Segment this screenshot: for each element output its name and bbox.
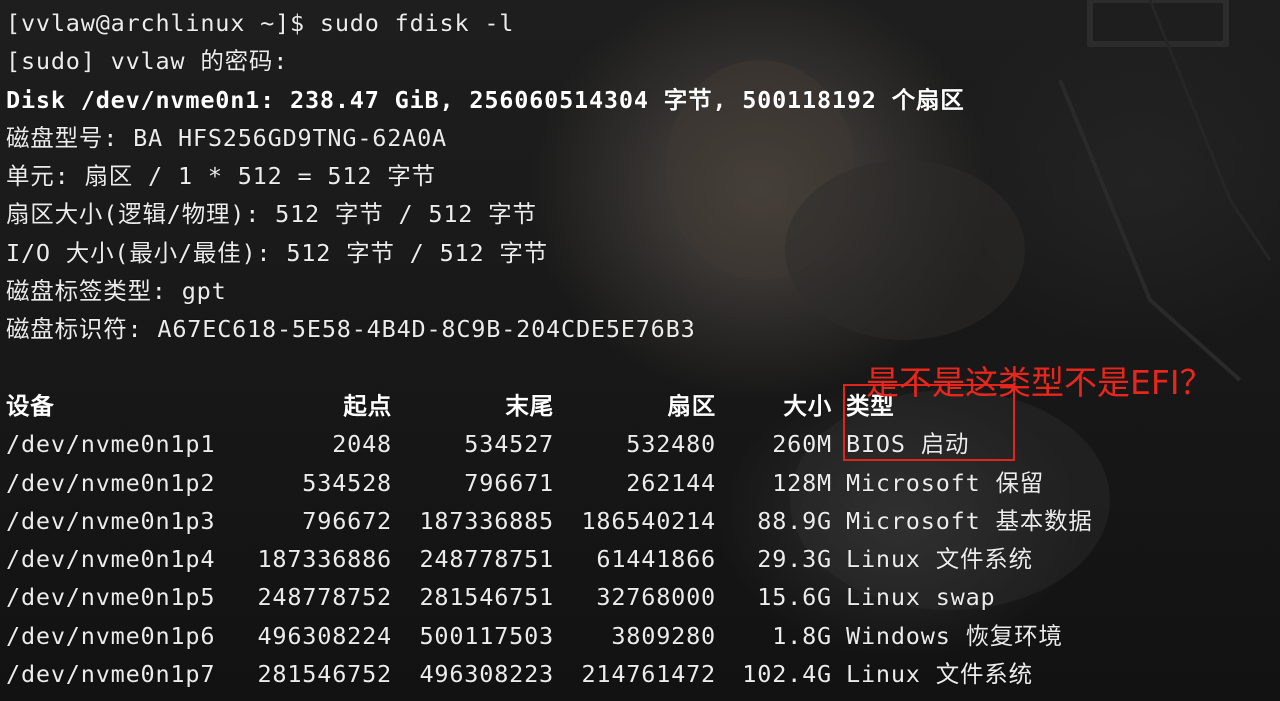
cell-end: 500117503 xyxy=(419,621,554,650)
cell-end: 534527 xyxy=(464,430,554,459)
label-type-line: 磁盘标签类型: gpt xyxy=(6,277,227,306)
disk-summary-line: Disk /dev/nvme0n1: 238.47 GiB, 256060514… xyxy=(6,85,965,114)
cell-end: 796671 xyxy=(464,468,554,497)
cell-type: Linux 文件系统 xyxy=(846,545,1033,574)
cell-end: 187336885 xyxy=(419,506,554,535)
terminal-window[interactable]: [vvlaw@archlinux ~]$ sudo fdisk -l [sudo… xyxy=(0,0,1280,701)
table-row: /dev/nvme0n1p2 534528 796671 262144 128M… xyxy=(6,464,1093,502)
cell-start: 534528 xyxy=(302,468,392,497)
cell-device: /dev/nvme0n1p1 xyxy=(6,430,216,459)
cell-size: 29.3G xyxy=(757,545,832,574)
sudo-password-prompt: [sudo] vvlaw 的密码: xyxy=(6,47,289,76)
sector-size-line: 扇区大小(逻辑/物理): 512 字节 / 512 字节 xyxy=(6,200,537,229)
cell-size: 88.9G xyxy=(757,506,832,535)
cell-size: 128M xyxy=(772,468,832,497)
cell-start: 2048 xyxy=(332,430,392,459)
cell-type: Microsoft 保留 xyxy=(846,468,1045,497)
cell-size: 260M xyxy=(772,430,832,459)
header-sectors: 扇区 xyxy=(667,392,716,420)
command-line: [vvlaw@archlinux ~]$ sudo fdisk -l xyxy=(6,9,515,37)
cell-size: 1.8G xyxy=(772,621,832,650)
disk-model-line: 磁盘型号: BA HFS256GD9TNG-62A0A xyxy=(6,123,448,152)
cell-type: Linux swap xyxy=(846,583,996,612)
cell-device: /dev/nvme0n1p6 xyxy=(6,621,216,650)
header-device: 设备 xyxy=(6,392,55,420)
cell-size: 15.6G xyxy=(757,583,832,612)
cell-device: /dev/nvme0n1p5 xyxy=(6,583,216,612)
cell-sectors: 186540214 xyxy=(581,506,716,535)
cell-device: /dev/nvme0n1p3 xyxy=(6,506,216,535)
cell-end: 248778751 xyxy=(419,545,554,574)
cell-sectors: 262144 xyxy=(626,468,716,497)
header-size: 大小 xyxy=(783,392,832,420)
cell-sectors: 532480 xyxy=(626,430,716,459)
cell-start: 248778752 xyxy=(257,583,392,612)
table-row: /dev/nvme0n1p3 796672 187336885 18654021… xyxy=(6,502,1093,540)
cell-start: 496308224 xyxy=(257,621,392,650)
table-row: /dev/nvme0n1p5 248778752 281546751 32768… xyxy=(6,578,1093,616)
header-end: 末尾 xyxy=(505,392,554,420)
cell-type: Windows 恢复环境 xyxy=(846,621,1063,650)
cell-sectors: 61441866 xyxy=(596,545,716,574)
cell-start: 187336886 xyxy=(257,545,392,574)
header-start: 起点 xyxy=(343,392,392,420)
cell-size: 102.4G xyxy=(742,660,832,689)
disk-identifier-line: 磁盘标识符: A67EC618-5E58-4B4D-8C9B-204CDE5E7… xyxy=(6,315,696,344)
terminal-output: [vvlaw@archlinux ~]$ sudo fdisk -l [sudo… xyxy=(6,4,1280,349)
cell-sectors: 3809280 xyxy=(611,621,716,650)
cell-type: Linux 文件系统 xyxy=(846,660,1033,689)
cell-type: Microsoft 基本数据 xyxy=(846,506,1093,535)
cell-end: 496308223 xyxy=(419,660,554,689)
table-row: /dev/nvme0n1p6 496308224 500117503 38092… xyxy=(6,617,1093,655)
cell-start: 281546752 xyxy=(257,660,392,689)
cell-device: /dev/nvme0n1p2 xyxy=(6,468,216,497)
cell-end: 281546751 xyxy=(419,583,554,612)
cell-device: /dev/nvme0n1p4 xyxy=(6,545,216,574)
table-row: /dev/nvme0n1p4 187336886 248778751 61441… xyxy=(6,540,1093,578)
table-row: /dev/nvme0n1p7 281546752 496308223 21476… xyxy=(6,655,1093,693)
disk-units-line: 单元: 扇区 / 1 * 512 = 512 字节 xyxy=(6,162,436,191)
cell-sectors: 214761472 xyxy=(581,660,716,689)
cell-start: 796672 xyxy=(302,506,392,535)
io-size-line: I/O 大小(最小/最佳): 512 字节 / 512 字节 xyxy=(6,238,548,267)
cell-sectors: 32768000 xyxy=(596,583,716,612)
annotation-question: 是不是这类型不是EFI？ xyxy=(866,363,1213,402)
cell-device: /dev/nvme0n1p7 xyxy=(6,660,216,689)
